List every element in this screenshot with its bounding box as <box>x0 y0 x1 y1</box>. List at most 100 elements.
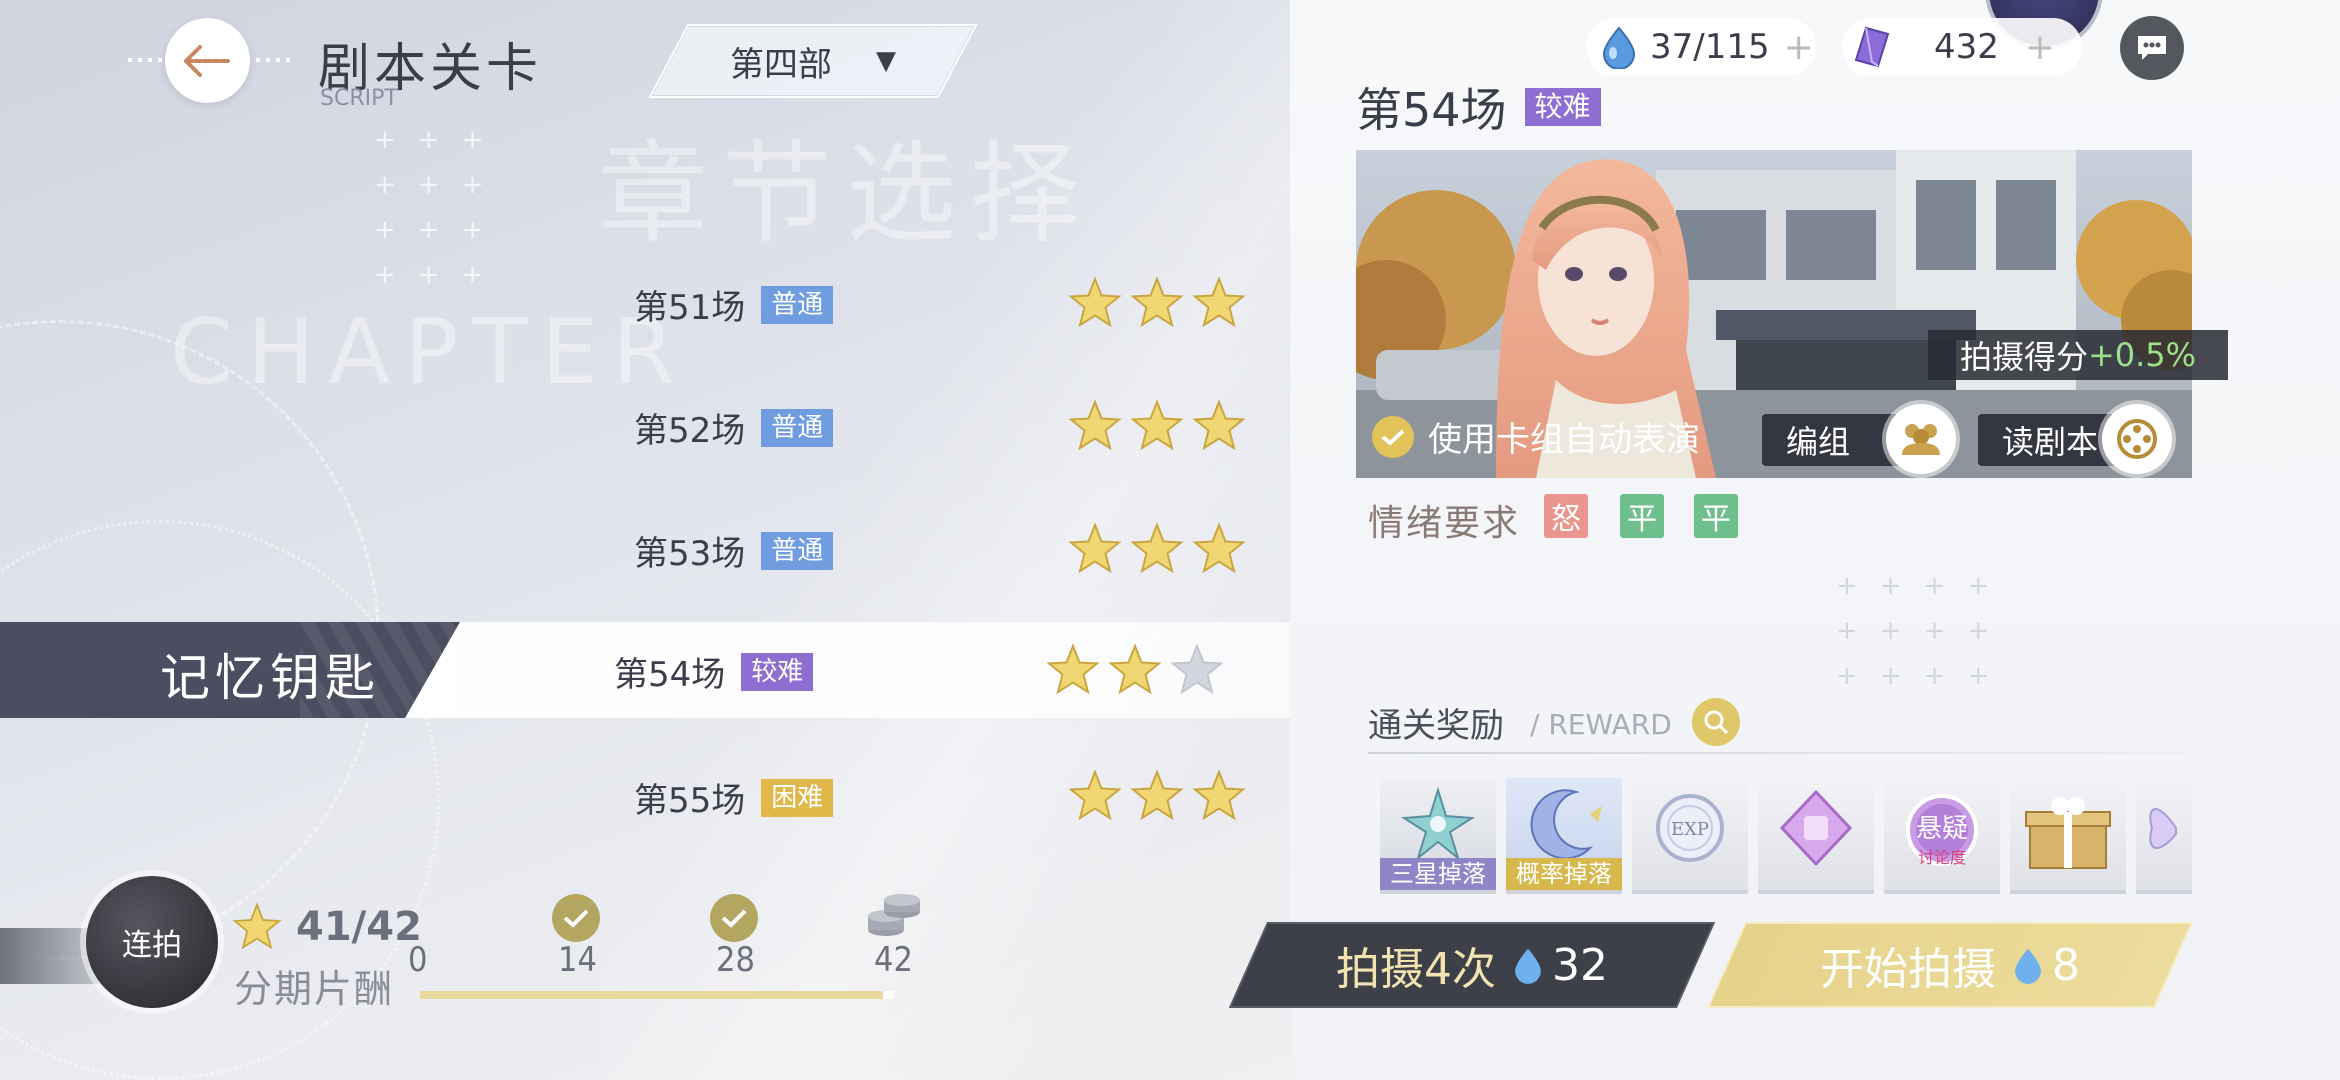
star-filled-icon <box>1130 769 1184 821</box>
difficulty-badge: 普通 <box>761 285 834 324</box>
difficulty-badge: 普通 <box>761 531 834 570</box>
reward-item[interactable] <box>1758 778 1874 894</box>
coin-stack-icon[interactable] <box>862 890 926 940</box>
star-filled-icon <box>1192 522 1246 574</box>
installment-star-count: 41/42 <box>296 904 422 950</box>
reward-item[interactable]: 三星掉落 <box>1380 778 1496 894</box>
energy-resource: 37/115 + <box>1586 18 1816 76</box>
milestone-value: 28 <box>716 940 755 980</box>
stage-name: 第54场 <box>614 655 726 695</box>
installment-progress-fill <box>420 991 883 999</box>
film-reel-icon <box>2117 419 2157 459</box>
stage-label: 第52场 普通 <box>634 403 834 452</box>
milestone-claimed-check-icon[interactable] <box>710 894 758 942</box>
water-drop-icon <box>1602 26 1636 69</box>
reward-item[interactable] <box>2136 778 2192 894</box>
reward-title: 通关奖励 <box>1368 706 1504 746</box>
stage-row[interactable]: 第54场 较难 <box>0 625 1290 721</box>
auto-play-toggle[interactable]: 使用卡组自动表演 <box>1372 412 1700 461</box>
difficulty-badge: 困难 <box>761 778 834 817</box>
add-energy-button[interactable]: + <box>1784 27 1814 68</box>
butterfly-icon <box>2149 808 2177 849</box>
star-filled-icon <box>1068 276 1122 328</box>
stage-label: 第51场 普通 <box>634 280 834 329</box>
star-filled-icon <box>1046 643 1100 695</box>
star-filled-icon <box>1108 643 1162 695</box>
star-filled-icon <box>1130 399 1184 451</box>
part-selector[interactable]: 第四部 ▼ <box>668 24 958 98</box>
reward-search-button[interactable] <box>1692 698 1740 746</box>
chat-button[interactable] <box>2120 16 2184 80</box>
bg-title-text: 章节选择 <box>598 130 1094 258</box>
people-icon <box>1902 424 1940 455</box>
reward-tag: 三星掉落 <box>1380 858 1496 890</box>
start-shoot-button[interactable]: 开始拍摄 8 <box>1714 922 2186 1008</box>
page-subtitle: SCRIPT <box>320 86 398 111</box>
team-button-label: 编组 <box>1786 423 1851 461</box>
read-script-icon-button[interactable] <box>2102 404 2172 474</box>
stage-detail-difficulty-badge: 较难 <box>1524 88 1601 126</box>
decor-dots <box>256 58 292 62</box>
stage-name: 第51场 <box>634 288 746 328</box>
stage-name: 第53场 <box>634 534 746 574</box>
score-bonus-tag: 拍摄得分 +0.5% <box>1928 330 2228 380</box>
gift-box-icon <box>2025 797 2111 869</box>
checkbox-checked-icon <box>1372 415 1414 458</box>
star-empty-icon <box>1170 643 1224 695</box>
stage-name: 第55场 <box>634 781 746 821</box>
stage-label: 第55场 困难 <box>634 773 834 822</box>
multi-shoot-button[interactable]: 拍摄4次 32 <box>1236 922 1708 1008</box>
reward-item[interactable]: EXP <box>1632 778 1748 894</box>
star-icon <box>232 902 282 950</box>
combo-shoot-label: 连拍 <box>122 928 182 963</box>
back-arrow-icon <box>183 44 232 77</box>
magnifier-icon <box>1704 710 1729 735</box>
stage-row[interactable]: 第51场 普通 <box>0 258 1290 354</box>
stage-stars <box>1068 399 1246 453</box>
emotion-requirement-label: 情绪要求 <box>1368 503 1521 544</box>
milestone-value: 14 <box>558 940 597 980</box>
stage-row[interactable]: 第55场 困难 <box>0 751 1290 847</box>
emotion-tag: 怒 <box>1544 494 1588 538</box>
combo-strip <box>0 928 100 984</box>
star-filled-icon <box>1068 399 1122 451</box>
svg-text:EXP: EXP <box>1671 819 1709 840</box>
team-icon-button[interactable] <box>1886 404 1956 474</box>
dropdown-caret-icon: ▼ <box>876 46 896 76</box>
decor-dots <box>128 58 164 62</box>
reward-item[interactable]: 概率掉落 <box>1506 778 1622 894</box>
stage-name: 第52场 <box>634 411 746 451</box>
reward-subtitle: / REWARD <box>1530 708 1672 741</box>
stage-row[interactable]: 第53场 普通 <box>0 504 1290 600</box>
stage-detail-title: 第54场 较难 <box>1356 74 1601 140</box>
reward-divider <box>1368 752 2184 754</box>
stage-label: 第53场 普通 <box>634 526 834 575</box>
decor-plus-grid: ++++++++++++ <box>1836 571 2012 691</box>
back-button[interactable] <box>165 18 250 103</box>
multi-shoot-cost: 32 <box>1552 939 1608 991</box>
energy-value: 37/115 <box>1650 27 1770 67</box>
emotion-tag: 平 <box>1694 494 1738 538</box>
reward-item[interactable]: 悬疑 讨论度 <box>1884 778 2000 894</box>
suspicion-badge-text: 悬疑 <box>1915 814 1968 844</box>
stage-row[interactable]: 第52场 普通 <box>0 381 1290 477</box>
star-filled-icon <box>1192 276 1246 328</box>
add-crystal-button[interactable]: + <box>2025 27 2055 68</box>
star-crystal-icon <box>1400 786 1476 861</box>
moon-charm-icon <box>1530 789 1602 860</box>
difficulty-badge: 普通 <box>761 408 834 447</box>
star-filled-icon <box>1130 522 1184 574</box>
stage-stars <box>1068 276 1246 330</box>
water-drop-icon <box>1515 948 1541 984</box>
milestone-value: 42 <box>874 940 913 980</box>
difficulty-badge: 较难 <box>741 652 814 691</box>
milestone-value: 0 <box>408 940 428 980</box>
reward-item[interactable] <box>2010 778 2126 894</box>
combo-shoot-button[interactable]: 连拍 <box>86 876 218 1008</box>
milestone-claimed-check-icon[interactable] <box>552 894 600 942</box>
star-filled-icon <box>1068 769 1122 821</box>
part-selector-value: 第四部 <box>730 44 832 85</box>
chat-bubble-icon <box>2138 36 2166 60</box>
read-script-label: 读剧本 <box>2002 423 2099 461</box>
star-filled-icon <box>1068 522 1122 574</box>
